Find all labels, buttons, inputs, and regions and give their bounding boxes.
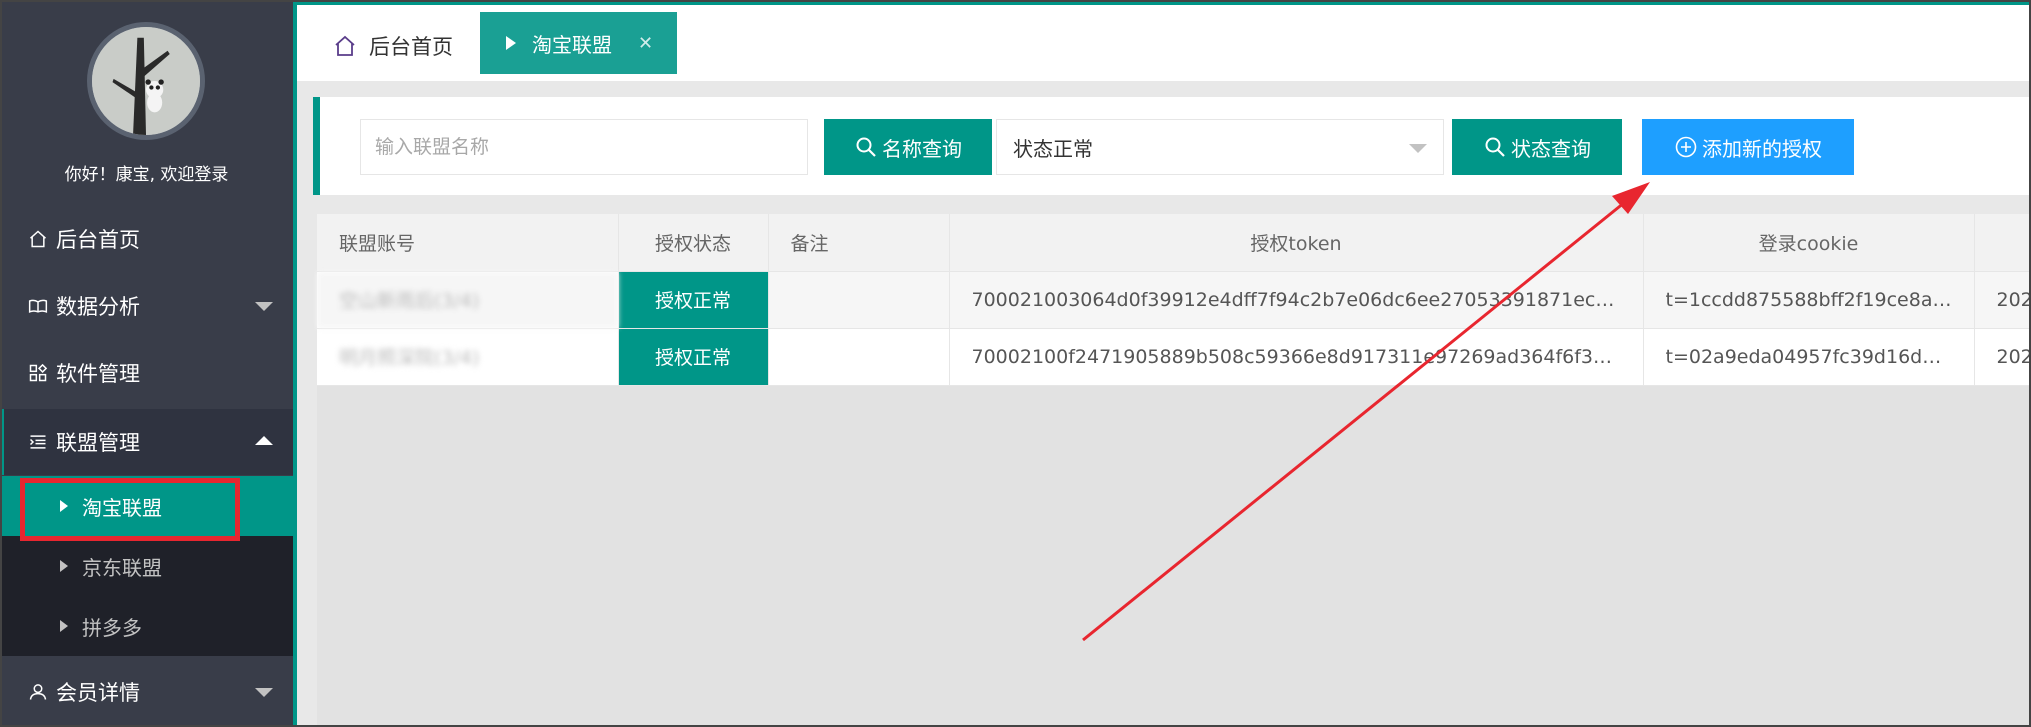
- close-icon[interactable]: ✕: [638, 33, 653, 54]
- button-label: 名称查询: [882, 136, 962, 161]
- add-circle-icon: [1675, 136, 1697, 158]
- apps-icon: [26, 361, 50, 385]
- sidebar-subitem-pinduoduo[interactable]: 拼多多: [0, 596, 293, 656]
- annotation-highlight-box: [20, 478, 240, 541]
- sidebar-subitem-label: 京东联盟: [82, 555, 162, 580]
- main-content: 名称查询 状态正常 状态查询 添加新的授权 联盟账号 授权状态 备注: [297, 81, 2031, 727]
- column-header-extra[interactable]: [1974, 214, 2031, 272]
- button-label: 添加新的授权: [1702, 136, 1822, 161]
- authorization-table-container: 联盟账号 授权状态 备注 授权token 登录cookie 空山新雨后(3/4)…: [317, 214, 2031, 727]
- sidebar-item-dashboard[interactable]: 后台首页: [0, 206, 293, 272]
- book-icon: [26, 294, 50, 318]
- welcome-text: 你好！康宝, 欢迎登录: [64, 165, 229, 185]
- cell-extra: 202: [1974, 328, 2031, 386]
- chevron-down-icon: [1409, 144, 1427, 153]
- search-icon: [1485, 137, 1505, 157]
- search-icon: [856, 137, 876, 157]
- column-header-token[interactable]: 授权token: [949, 214, 1644, 272]
- sidebar-subitem-jd[interactable]: 京东联盟: [0, 536, 293, 596]
- cell-note: [768, 328, 950, 386]
- chevron-up-icon: [255, 436, 273, 445]
- user-icon: [26, 680, 50, 704]
- column-header-cookie[interactable]: 登录cookie: [1643, 214, 1975, 272]
- status-badge[interactable]: 授权正常: [618, 328, 769, 386]
- table-header-row: 联盟账号 授权状态 备注 授权token 登录cookie: [317, 214, 2031, 272]
- cell-cookie: t=1ccdd875588bff2f19ce8a…: [1643, 271, 1975, 329]
- sidebar-item-members[interactable]: 会员详情: [0, 656, 293, 727]
- cell-account: 空山新雨后(3/4): [317, 271, 619, 329]
- sidebar-item-label: 后台首页: [56, 228, 140, 252]
- caret-right-icon: [506, 36, 516, 50]
- column-header-note[interactable]: 备注: [768, 214, 950, 272]
- sidebar-item-label: 联盟管理: [56, 431, 140, 455]
- status-select[interactable]: 状态正常: [996, 119, 1444, 175]
- tab-bar: 后台首页 淘宝联盟 ✕: [297, 5, 2031, 81]
- sidebar: 你好！康宝, 欢迎登录 后台首页 数据分析 软件管理 联盟管理 淘宝联盟 京东联…: [0, 0, 297, 727]
- alliance-name-input[interactable]: [360, 119, 808, 175]
- sidebar-item-alliance[interactable]: 联盟管理: [0, 409, 293, 475]
- sidebar-item-software[interactable]: 软件管理: [0, 340, 293, 406]
- tab-label: 淘宝联盟: [532, 32, 612, 57]
- sidebar-item-label: 软件管理: [56, 362, 140, 386]
- home-icon: [26, 227, 50, 251]
- sidebar-item-label: 会员详情: [56, 680, 140, 705]
- sidebar-item-data-analysis[interactable]: 数据分析: [0, 273, 293, 339]
- tab-taobao-alliance[interactable]: 淘宝联盟 ✕: [480, 12, 677, 74]
- name-search-button[interactable]: 名称查询: [824, 119, 992, 175]
- status-select-value: 状态正常: [1013, 136, 1093, 161]
- status-badge[interactable]: 授权正常: [618, 271, 769, 329]
- table-row[interactable]: 明月照深院(3/4) 授权正常 70002100f2471905889b508c…: [317, 328, 2031, 386]
- table-row[interactable]: 空山新雨后(3/4) 授权正常 700021003064d0f39912e4df…: [317, 271, 2031, 329]
- cell-cookie: t=02a9eda04957fc39d16de…: [1643, 328, 1975, 386]
- button-label: 状态查询: [1511, 136, 1591, 161]
- search-panel: 名称查询 状态正常 状态查询 添加新的授权: [313, 97, 2031, 195]
- cell-extra: 202: [1974, 271, 2031, 329]
- add-authorization-button[interactable]: 添加新的授权: [1642, 119, 1854, 175]
- chevron-down-icon: [255, 687, 273, 697]
- home-icon: [335, 35, 355, 56]
- sidebar-subitem-label: 拼多多: [82, 615, 142, 640]
- avatar[interactable]: [87, 22, 205, 140]
- caret-right-icon: [60, 560, 68, 572]
- tab-home[interactable]: 后台首页: [333, 29, 453, 63]
- caret-right-icon: [60, 620, 68, 632]
- chevron-down-icon: [255, 302, 273, 311]
- panda-tree-avatar-image: [92, 27, 200, 135]
- cell-account: 明月照深院(3/4): [317, 328, 619, 386]
- cell-token: 700021003064d0f39912e4dff7f94c2b7e06dc6e…: [949, 271, 1644, 329]
- tab-label: 后台首页: [369, 35, 453, 59]
- column-header-account[interactable]: 联盟账号: [317, 214, 619, 272]
- column-header-status[interactable]: 授权状态: [618, 214, 769, 272]
- status-search-button[interactable]: 状态查询: [1452, 119, 1622, 175]
- cell-note: [768, 271, 950, 329]
- authorization-table: 联盟账号 授权状态 备注 授权token 登录cookie 空山新雨后(3/4)…: [317, 214, 2031, 386]
- cell-token: 70002100f2471905889b508c59366e8d917311e9…: [949, 328, 1644, 386]
- list-indent-icon: [26, 430, 50, 454]
- sidebar-item-label: 数据分析: [56, 295, 140, 319]
